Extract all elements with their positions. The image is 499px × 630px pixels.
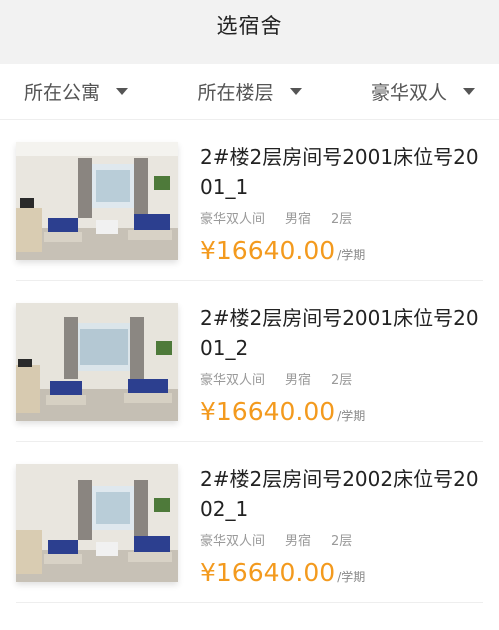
page-title: 选宿舍 bbox=[216, 14, 283, 38]
price-unit: /学期 bbox=[337, 409, 366, 423]
room-type: 豪华双人间 bbox=[200, 534, 266, 549]
filter-floor[interactable]: 所在楼层 bbox=[197, 78, 302, 105]
room-photo bbox=[16, 303, 178, 421]
room-price: ¥16640.00 bbox=[200, 558, 336, 587]
price-unit: /学期 bbox=[337, 570, 366, 584]
filter-apartment-label: 所在公寓 bbox=[24, 82, 101, 104]
separator bbox=[0, 50, 499, 64]
caret-down-icon bbox=[462, 88, 475, 95]
room-title: 2#楼2层房间号2001床位号2001_2 bbox=[200, 306, 479, 360]
room-card[interactable]: 2#楼2层房间号2001床位号2001_1 豪华双人间 男宿 2层 ¥16640… bbox=[16, 120, 483, 281]
room-card[interactable]: 2#楼2层房间号2001床位号2001_2 豪华双人间 男宿 2层 ¥16640… bbox=[16, 281, 483, 442]
room-floor: 2层 bbox=[331, 212, 353, 227]
room-photo bbox=[16, 142, 178, 260]
filter-floor-label: 所在楼层 bbox=[197, 82, 274, 104]
room-title: 2#楼2层房间号2001床位号2001_1 bbox=[200, 145, 479, 199]
filter-room-type[interactable]: 豪华双人 bbox=[371, 78, 475, 105]
room-price: ¥16640.00 bbox=[200, 397, 336, 426]
filter-room-type-label: 豪华双人 bbox=[370, 82, 447, 104]
caret-down-icon bbox=[116, 88, 129, 95]
room-price: ¥16640.00 bbox=[200, 236, 336, 265]
room-floor: 2层 bbox=[331, 373, 353, 388]
room-card[interactable]: 2#楼2层房间号2002床位号2002_1 豪华双人间 男宿 2层 ¥16640… bbox=[16, 442, 483, 603]
price-unit: /学期 bbox=[337, 248, 366, 262]
room-type: 豪华双人间 bbox=[200, 212, 266, 227]
room-type: 豪华双人间 bbox=[200, 373, 266, 388]
room-title: 2#楼2层房间号2002床位号2002_1 bbox=[200, 467, 479, 521]
room-gender: 男宿 bbox=[285, 534, 312, 549]
caret-down-icon bbox=[289, 88, 302, 95]
filter-apartment[interactable]: 所在公寓 bbox=[24, 78, 129, 105]
nav-bar: 选宿舍 bbox=[0, 0, 499, 50]
room-gender: 男宿 bbox=[285, 212, 312, 227]
room-photo bbox=[16, 464, 178, 582]
room-floor: 2层 bbox=[331, 534, 353, 549]
room-list: 2#楼2层房间号2001床位号2001_1 豪华双人间 男宿 2层 ¥16640… bbox=[0, 120, 499, 603]
room-gender: 男宿 bbox=[285, 373, 312, 388]
filter-bar: 所在公寓 所在楼层 豪华双人 bbox=[0, 64, 499, 120]
